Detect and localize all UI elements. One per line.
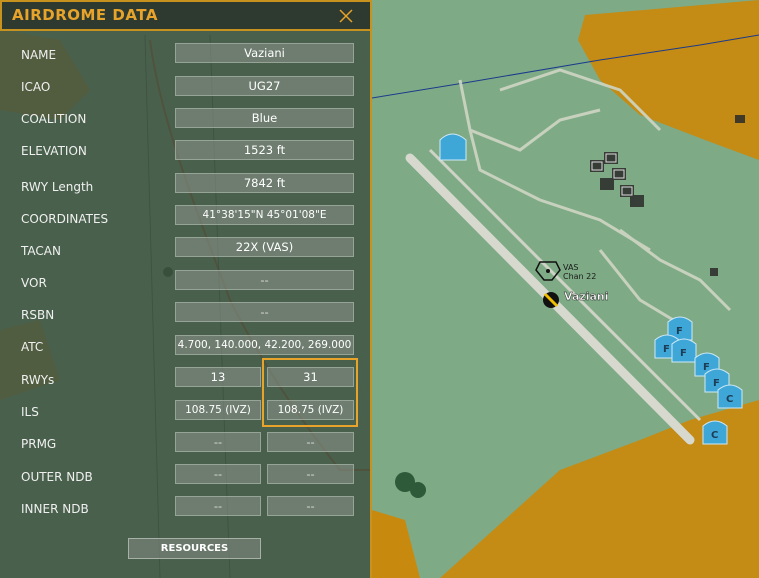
icao-field: UG27 (175, 76, 354, 96)
vor-field: -- (175, 270, 354, 290)
elevation-label: ELEVATION (21, 144, 87, 158)
name-field: Vaziani (175, 43, 354, 63)
close-x-icon[interactable] (336, 6, 356, 26)
inner-ndb-label: INNER NDB (21, 502, 89, 516)
atc-label: ATC (21, 340, 44, 354)
rwys-label: RWYs (21, 373, 55, 387)
inner-ndb-31-field: -- (267, 496, 354, 516)
coordinates-label: COORDINATES (21, 212, 109, 226)
parking-label: F (703, 362, 710, 373)
parking-label: F (663, 344, 670, 355)
rsbn-field: -- (175, 302, 354, 322)
coordinates-field: 41°38'15"N 45°01'08"E (175, 205, 354, 225)
parking-label: C (726, 394, 733, 405)
parking-label: F (676, 326, 683, 337)
icao-label: ICAO (21, 80, 51, 94)
parking-label: F (713, 378, 720, 389)
selected-runway-highlight (262, 358, 358, 427)
parking-label: F (680, 348, 687, 359)
vor-label: VOR (21, 276, 47, 290)
rwy-13-field[interactable]: 13 (175, 367, 261, 387)
airfield-name-label: Vaziani (564, 290, 609, 303)
tacan-field: 22X (VAS) (175, 237, 354, 257)
prmg-label: PRMG (21, 437, 57, 451)
atc-field: 4.700, 140.000, 42.200, 269.000 (175, 335, 354, 355)
tacan-label: TACAN (21, 244, 61, 258)
tacan-channel-label: Chan 22 (563, 272, 596, 281)
coalition-field: Blue (175, 108, 354, 128)
rwy-length-label: RWY Length (21, 180, 94, 194)
airdrome-data-panel: AIRDROME DATA NAME Vaziani ICAO UG27 COA… (0, 0, 372, 578)
outer-ndb-31-field: -- (267, 464, 354, 484)
rsbn-label: RSBN (21, 308, 55, 322)
tacan-label: VAS (563, 263, 579, 272)
airfield-icon[interactable] (543, 292, 559, 308)
panel-header: AIRDROME DATA (0, 0, 372, 31)
rwy-length-field: 7842 ft (175, 173, 354, 193)
name-label: NAME (21, 48, 57, 62)
panel-title: AIRDROME DATA (12, 6, 158, 24)
inner-ndb-13-field: -- (175, 496, 261, 516)
outer-ndb-13-field: -- (175, 464, 261, 484)
elevation-field: 1523 ft (175, 140, 354, 160)
prmg-13-field: -- (175, 432, 261, 452)
prmg-31-field: -- (267, 432, 354, 452)
resources-button[interactable]: RESOURCES (128, 538, 261, 559)
parking-label: C (711, 430, 718, 441)
ils-13-field: 108.75 (IVZ) (175, 400, 261, 420)
ils-label: ILS (21, 405, 39, 419)
coalition-label: COALITION (21, 112, 87, 126)
outer-ndb-label: OUTER NDB (21, 470, 93, 484)
